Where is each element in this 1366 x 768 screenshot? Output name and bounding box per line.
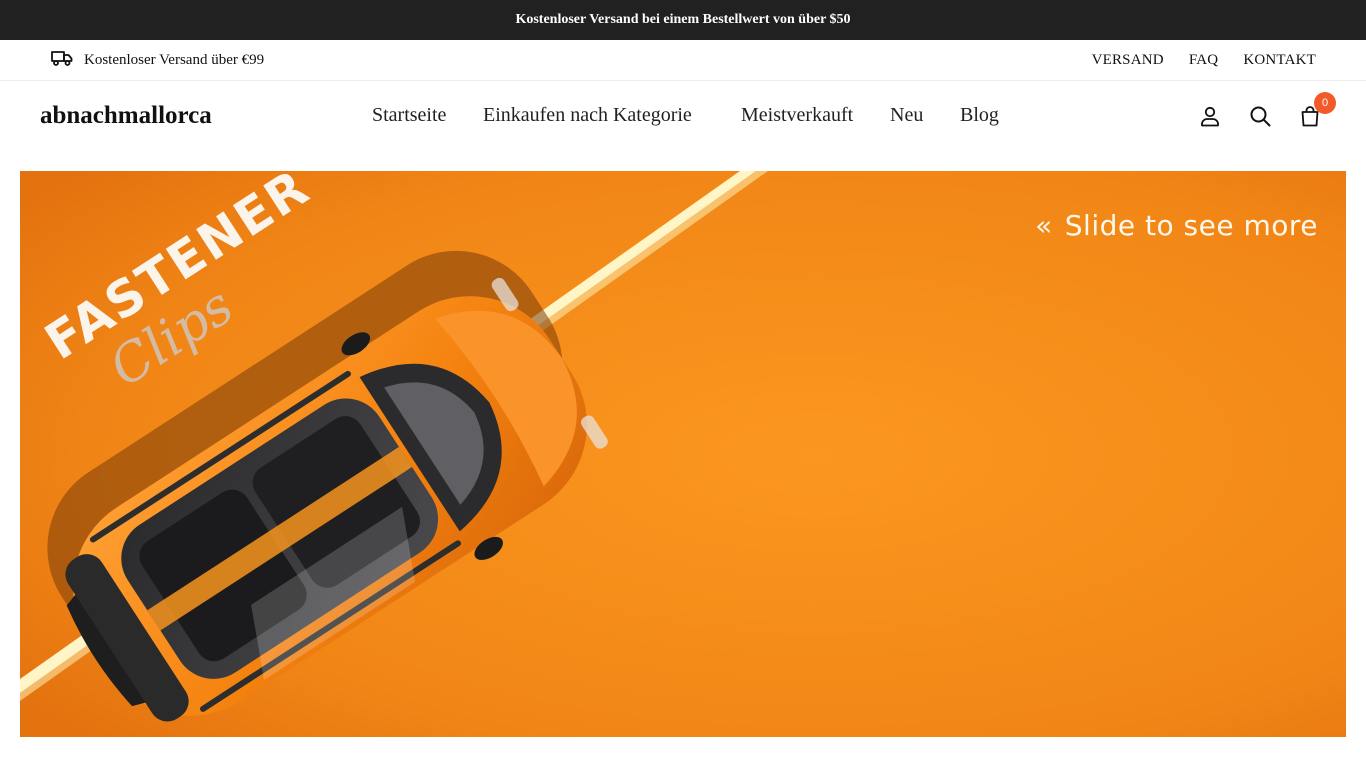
search-icon[interactable] bbox=[1248, 104, 1272, 128]
slide-hint-text: Slide to see more bbox=[1064, 209, 1318, 242]
cart-count-badge: 0 bbox=[1314, 92, 1336, 114]
nav-item-startseite[interactable]: Startseite bbox=[372, 104, 446, 127]
utility-bar: Kostenloser Versand über €99 VERSAND FAQ… bbox=[0, 40, 1366, 81]
site-logo[interactable]: abnachmallorca bbox=[40, 81, 212, 151]
nav-item-neu[interactable]: Neu bbox=[890, 104, 923, 127]
link-faq[interactable]: FAQ bbox=[1189, 52, 1219, 69]
shipping-note: Kostenloser Versand über €99 bbox=[51, 40, 264, 80]
nav-item-blog[interactable]: Blog bbox=[960, 104, 999, 127]
link-kontakt[interactable]: KONTAKT bbox=[1243, 52, 1316, 69]
utility-links: VERSAND FAQ KONTAKT bbox=[1092, 40, 1316, 80]
hero-banner[interactable]: FASTENER Clips « Slide to see more bbox=[20, 171, 1346, 737]
nav-item-kategorie[interactable]: Einkaufen nach Kategorie bbox=[483, 104, 692, 127]
cart-icon[interactable]: 0 bbox=[1298, 92, 1336, 128]
truck-icon bbox=[51, 50, 73, 71]
main-header: abnachmallorca Startseite Einkaufen nach… bbox=[0, 81, 1366, 151]
double-chevron-left-icon: « bbox=[1035, 209, 1053, 242]
header-icons: 0 bbox=[1198, 81, 1336, 151]
link-versand[interactable]: VERSAND bbox=[1092, 52, 1164, 69]
nav-item-meistverkauft[interactable]: Meistverkauft bbox=[741, 104, 853, 127]
slide-hint: « Slide to see more bbox=[1035, 209, 1318, 242]
shipping-text: Kostenloser Versand über €99 bbox=[84, 51, 265, 68]
user-icon[interactable] bbox=[1198, 104, 1222, 128]
announcement-text: Kostenloser Versand bei einem Bestellwer… bbox=[515, 12, 851, 27]
announcement-bar: Kostenloser Versand bei einem Bestellwer… bbox=[0, 0, 1366, 40]
hero-image: FASTENER Clips bbox=[20, 171, 1346, 737]
